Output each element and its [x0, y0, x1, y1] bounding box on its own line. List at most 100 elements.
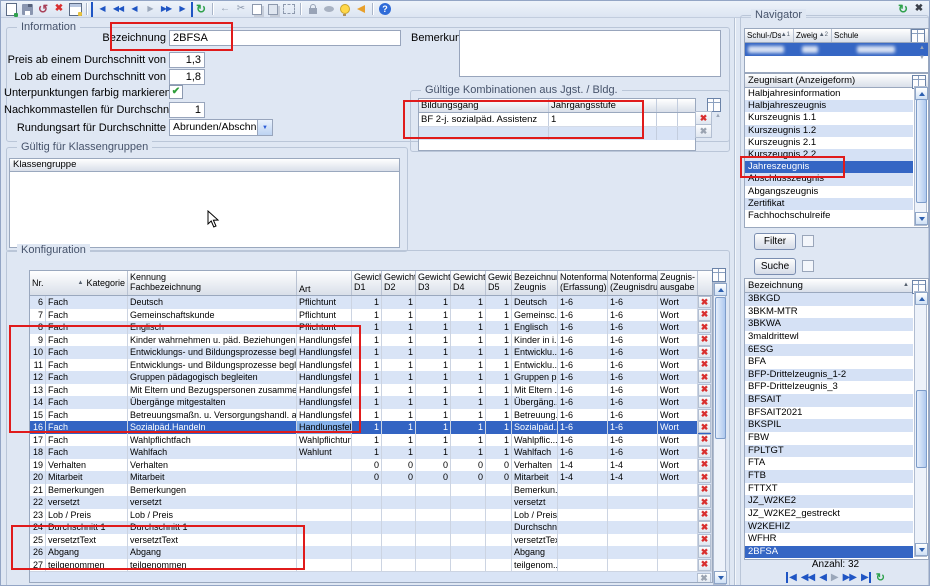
table-row[interactable]: 6 Fach Deutsch Pflichtunt 1 1 1 1 1 Deut…: [30, 296, 712, 309]
first-record-icon[interactable]: ◀: [786, 572, 796, 583]
filter-checkbox[interactable]: [802, 235, 814, 247]
announce-icon[interactable]: [353, 2, 369, 17]
table-row[interactable]: 13 Fach Mit Eltern und Bezugspersonen zu…: [30, 384, 712, 397]
list-item[interactable]: 6ESG: [745, 344, 913, 357]
list-item[interactable]: BFA: [745, 356, 913, 369]
table-row[interactable]: 25 versetztText versetztText versetztTex…: [30, 534, 712, 547]
list-item[interactable]: Fachhochschulreife: [745, 210, 913, 222]
bildungsgang-cell[interactable]: BF 2-j. sozialpäd. Assistenz: [419, 113, 549, 126]
scroll-down-icon[interactable]: ▼: [919, 55, 925, 61]
delete-row-icon[interactable]: ✖: [698, 371, 711, 383]
table-row[interactable]: 22 versetzt versetzt versetzt ✖: [30, 496, 712, 509]
suche-button[interactable]: Suche: [754, 258, 796, 275]
list-item[interactable]: 2BFSA: [745, 546, 913, 559]
list-item[interactable]: Halbjahresinformation: [745, 88, 913, 100]
preis-input[interactable]: 1,3: [169, 52, 205, 68]
delete-row-icon[interactable]: ✖: [698, 296, 711, 308]
delete-row-icon[interactable]: ✖: [698, 359, 711, 371]
kombinationen-row[interactable]: BF 2-j. sozialpäd. Assistenz 1: [419, 113, 695, 127]
list-item[interactable]: FTA: [745, 457, 913, 470]
next-record-icon[interactable]: ▶: [831, 572, 838, 583]
selected-school-row[interactable]: [745, 43, 928, 56]
move-left-icon[interactable]: ←: [217, 2, 233, 17]
delete-row-icon[interactable]: ✖: [698, 471, 711, 483]
prev-record-icon[interactable]: ◀: [819, 572, 826, 583]
delete-row-icon[interactable]: ✖: [698, 409, 711, 421]
save-icon[interactable]: [19, 2, 35, 17]
delete-row-icon[interactable]: ✖: [698, 559, 711, 571]
delete-row-icon[interactable]: ✖: [698, 446, 711, 458]
delete-row-icon[interactable]: ✖: [698, 534, 711, 546]
zeugnisart-header[interactable]: Zeugnisart (Anzeigeform): [745, 74, 928, 88]
fast-back-icon[interactable]: ◀◀: [110, 2, 126, 17]
customize-grid-icon[interactable]: [707, 98, 721, 112]
list-item[interactable]: Abgangszeugnis: [745, 186, 913, 198]
bezeichnung-scrollbar[interactable]: [914, 291, 927, 557]
table-row[interactable]: 7 Fach Gemeinschaftskunde Pflichtunt 1 1…: [30, 309, 712, 322]
table-row[interactable]: 23 Lob / Preis Lob / Preis Lob / Preis ✖: [30, 509, 712, 522]
rundungsart-select[interactable]: Abrunden/Abschneiden ▼: [169, 119, 273, 136]
table-row[interactable]: 11 Fach Entwicklungs- und Bildungsprozes…: [30, 359, 712, 372]
delete-row-icon[interactable]: ✖: [698, 321, 711, 333]
scroll-up-icon[interactable]: ▲: [919, 45, 925, 51]
delete-row-icon[interactable]: ✖: [698, 346, 711, 358]
nachkommastellen-input[interactable]: 1: [169, 102, 205, 118]
list-item[interactable]: Jahreszeugnis: [745, 161, 913, 173]
customize-grid-icon[interactable]: [712, 268, 726, 282]
delete-row-icon[interactable]: ✖: [698, 434, 711, 446]
list-item[interactable]: FTB: [745, 470, 913, 483]
scroll-down-button[interactable]: [915, 212, 928, 225]
paste-icon[interactable]: [265, 2, 281, 17]
list-item[interactable]: Kurszeugnis 1.1: [745, 112, 913, 124]
list-item[interactable]: BKSPIL: [745, 419, 913, 432]
last-record-icon[interactable]: ▶: [174, 2, 193, 17]
help-icon[interactable]: ?: [377, 2, 393, 17]
delete-row-icon[interactable]: ✖: [698, 496, 711, 508]
list-item[interactable]: Kurszeugnis 2.1: [745, 137, 913, 149]
list-item[interactable]: Abschlusszeugnis: [745, 173, 913, 185]
first-record-icon[interactable]: ◀: [91, 2, 110, 17]
konfiguration-scrollbar[interactable]: [713, 282, 726, 585]
list-item[interactable]: FBW: [745, 432, 913, 445]
scroll-up-button[interactable]: [714, 283, 727, 296]
klassengruppe-column-header[interactable]: Klassengruppe: [10, 159, 399, 172]
list-item[interactable]: 3BKGD: [745, 293, 913, 306]
table-row[interactable]: 27 teilgenommen teilgenommen teilgenom..…: [30, 559, 712, 572]
view-icon[interactable]: [321, 2, 337, 17]
lock-icon[interactable]: [305, 2, 321, 17]
cut-icon[interactable]: ✂: [233, 2, 249, 17]
next-record-icon[interactable]: ▶: [142, 2, 158, 17]
table-row[interactable]: 24 Durchschnitt 1 Durchschnitt 1 Durchsc…: [30, 521, 712, 534]
undo-icon[interactable]: ↺: [35, 2, 51, 17]
list-item[interactable]: Kurszeugnis 2.2: [745, 149, 913, 161]
table-row[interactable]: 12 Fach Gruppen pädagogisch begleiten Ha…: [30, 371, 712, 384]
table-row[interactable]: 18 Fach Wahlfach Wahlunt 1 1 1 1 1 Wahlf…: [30, 446, 712, 459]
fast-forward-icon[interactable]: ▶▶: [158, 2, 174, 17]
table-row[interactable]: 20 Mitarbeit Mitarbeit 0 0 0 0 0 Mitarbe…: [30, 471, 712, 484]
column-kategorie[interactable]: Kategorie: [86, 278, 125, 288]
list-item[interactable]: JZ_W2KE2: [745, 495, 913, 508]
bezeichnung-input[interactable]: 2BFSA: [169, 30, 401, 46]
table-row[interactable]: 8 Fach Englisch Pflichtunt 1 1 1 1 1 Eng…: [30, 321, 712, 334]
list-item[interactable]: WFHR: [745, 533, 913, 546]
select-icon[interactable]: [281, 2, 297, 17]
list-item[interactable]: FPLTGT: [745, 445, 913, 458]
filter-button[interactable]: Filter: [754, 233, 796, 250]
column-jahrgangsstufe[interactable]: Jahrgangsstufe: [549, 99, 657, 112]
bezeichnung-header[interactable]: Bezeichnung ▲: [745, 279, 928, 293]
bemerkung-textarea[interactable]: [459, 30, 721, 77]
list-item[interactable]: 3BKM-MTR: [745, 306, 913, 319]
fast-forward-icon[interactable]: ▶▶: [843, 572, 856, 583]
konfiguration-header[interactable]: Nr. ▲ Kategorie KennungFachbezeichnung A…: [30, 271, 712, 296]
customize-grid-icon[interactable]: [911, 29, 925, 42]
delete-record-icon[interactable]: ✖: [51, 2, 67, 17]
jahrgangsstufe-cell[interactable]: 1: [549, 113, 657, 126]
delete-row-icon[interactable]: ✖: [698, 521, 711, 533]
list-item[interactable]: BFP-Drittelzeugnis_3: [745, 381, 913, 394]
delete-row-icon[interactable]: ✖: [698, 421, 711, 433]
table-row[interactable]: 15 Fach Betreuungsmaßn. u. Versorgungsha…: [30, 409, 712, 422]
fast-back-icon[interactable]: ◀◀: [801, 572, 814, 583]
zeugnisart-scrollbar[interactable]: [914, 86, 927, 226]
list-item[interactable]: Halbjahreszeugnis: [745, 100, 913, 112]
delete-row-icon[interactable]: ✖: [698, 484, 711, 496]
